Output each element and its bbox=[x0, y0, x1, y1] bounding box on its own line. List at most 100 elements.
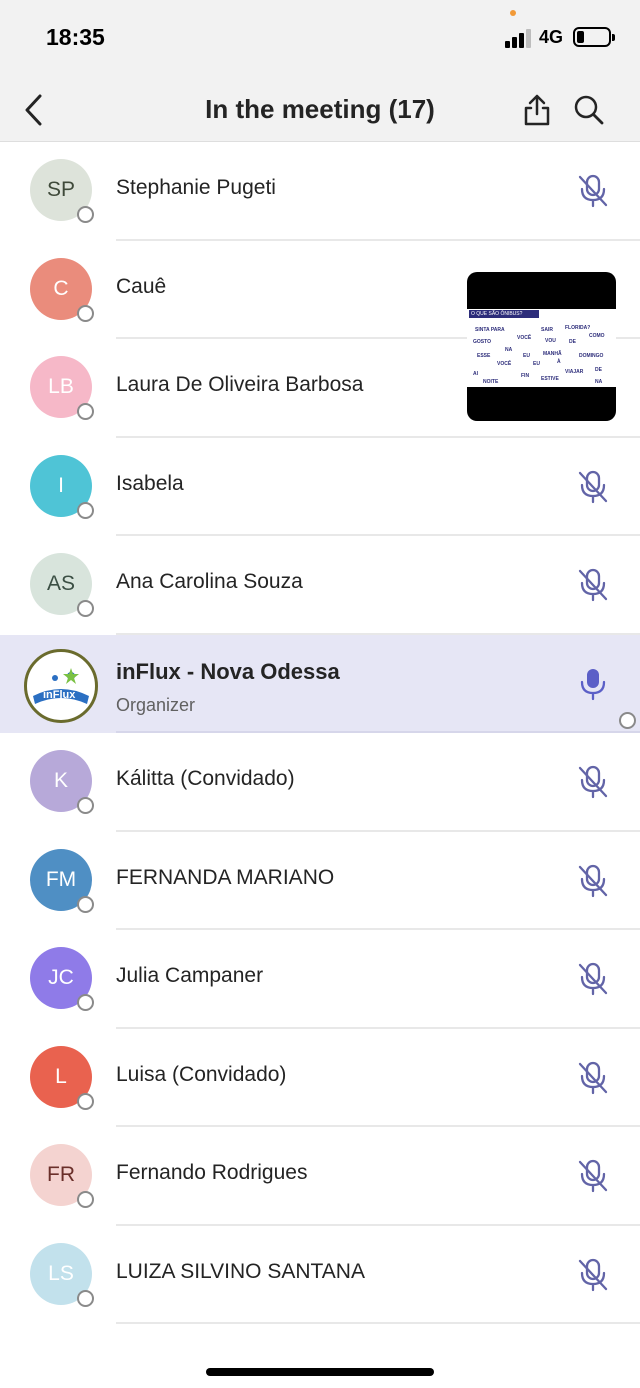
participant-name: inFlux - Nova Odessa bbox=[116, 658, 340, 684]
cellular-signal-icon bbox=[505, 28, 533, 48]
participant-name: Fernando Rodrigues bbox=[116, 1161, 308, 1184]
participant-name: LUIZA SILVINO SANTANA bbox=[116, 1259, 365, 1283]
participant-name: Kálitta (Convidado) bbox=[116, 767, 295, 790]
participant-name: FERNANDA MARIANO bbox=[116, 865, 335, 889]
mic-off-icon bbox=[574, 172, 612, 210]
mic-on-icon bbox=[574, 665, 612, 703]
participant-row[interactable]: FR Fernando Rodrigues bbox=[0, 1127, 640, 1226]
slide-word: VOCÊ bbox=[497, 361, 512, 367]
slide-word-cloud: GOSTO SINTA PARA VOCÊ SAIR VOU DE FLORIDA? COMO… bbox=[471, 321, 613, 385]
presence-indicator bbox=[77, 206, 94, 223]
header-bar: In the meeting (17) bbox=[0, 80, 640, 142]
slide-word: SAIR bbox=[541, 327, 553, 333]
presence-indicator bbox=[77, 600, 94, 617]
slide-word: EU bbox=[523, 353, 530, 359]
share-button[interactable] bbox=[517, 90, 557, 130]
avatar-initials: K bbox=[53, 769, 68, 792]
participant-name: Julia Campaner bbox=[116, 964, 264, 987]
avatar-initials: AS bbox=[46, 572, 75, 595]
presence-indicator bbox=[77, 1289, 94, 1307]
avatar-initials: I bbox=[58, 473, 64, 497]
participant-role: Organizer bbox=[116, 694, 196, 715]
slide-word: NA bbox=[505, 347, 513, 353]
share-icon bbox=[524, 94, 550, 126]
avatar: AS bbox=[30, 553, 94, 617]
participant-name: Isabela bbox=[116, 471, 184, 495]
slide-word: AI bbox=[473, 371, 478, 377]
slide-word: COMO bbox=[589, 333, 605, 339]
mic-off-icon bbox=[574, 1059, 612, 1097]
avatar: FR bbox=[30, 1144, 94, 1208]
participant-row[interactable]: LS LUIZA SILVINO SANTANA bbox=[0, 1226, 640, 1324]
participant-row[interactable]: AS Ana Carolina Souza bbox=[0, 536, 640, 635]
presence-indicator bbox=[77, 797, 94, 814]
avatar-initials: FR bbox=[47, 1163, 75, 1186]
slide-word: MANHÃ bbox=[543, 351, 562, 357]
shared-screen-thumbnail[interactable]: O QUE SÃO ÔNIBUS? GOSTO SINTA PARA VOCÊ SAI… bbox=[467, 272, 616, 421]
avatar-initials: LS bbox=[48, 1261, 74, 1285]
slide-word: GOSTO bbox=[473, 339, 491, 345]
mic-off-icon bbox=[574, 1256, 612, 1294]
participant-name: Laura De Oliveira Barbosa bbox=[116, 373, 364, 396]
presence-indicator bbox=[77, 304, 94, 322]
participant-name: Ana Carolina Souza bbox=[116, 570, 303, 593]
slide-word: EU bbox=[533, 361, 540, 367]
presence-indicator bbox=[619, 712, 636, 729]
avatar-initials: L bbox=[55, 1064, 67, 1088]
home-indicator bbox=[206, 1368, 434, 1376]
slide-word: NA bbox=[595, 379, 603, 385]
status-time: 18:35 bbox=[46, 24, 105, 50]
avatar: K bbox=[30, 750, 94, 814]
presence-indicator bbox=[77, 403, 94, 420]
slide-word: VIAJAR bbox=[565, 369, 584, 375]
avatar: C bbox=[30, 257, 94, 322]
participant-row[interactable]: L Luisa (Convidado) bbox=[0, 1029, 640, 1127]
slide-title: O QUE SÃO ÔNIBUS? bbox=[469, 310, 539, 318]
avatar: JC bbox=[30, 947, 94, 1011]
mic-off-icon bbox=[574, 468, 612, 506]
slide-word: DE bbox=[569, 339, 576, 345]
avatar-initials: LB bbox=[48, 375, 74, 398]
row-divider bbox=[116, 1322, 640, 1324]
avatar: FM bbox=[30, 848, 94, 913]
presence-indicator bbox=[77, 994, 94, 1011]
avatar: LB bbox=[30, 356, 94, 420]
network-type: 4G bbox=[539, 27, 564, 47]
avatar: LS bbox=[30, 1242, 94, 1307]
slide-word: VOU bbox=[545, 338, 556, 344]
mic-off-icon bbox=[574, 1157, 612, 1195]
participant-name: Cauê bbox=[116, 274, 167, 298]
presence-indicator bbox=[77, 1092, 94, 1110]
participant-row[interactable]: inFlux inFlux - Nova Odessa Organizer bbox=[0, 634, 640, 733]
svg-text:inFlux: inFlux bbox=[43, 689, 76, 701]
mic-off-icon bbox=[574, 763, 612, 801]
participant-row[interactable]: SP Stephanie Pugeti bbox=[0, 142, 640, 241]
presence-indicator bbox=[77, 895, 94, 913]
participant-name: Luisa (Convidado) bbox=[116, 1062, 287, 1086]
slide-word: DE bbox=[595, 367, 602, 373]
status-bar: 18:35 4G bbox=[0, 0, 640, 80]
participant-row[interactable]: JC Julia Campaner bbox=[0, 930, 640, 1029]
presence-indicator bbox=[77, 501, 94, 519]
participant-row[interactable]: FM FERNANDA MARIANO bbox=[0, 832, 640, 930]
slide-word: NOITE bbox=[483, 379, 499, 385]
slide-word: ESSE bbox=[477, 353, 491, 359]
slide-word: FLORIDA? bbox=[565, 325, 591, 331]
search-button[interactable] bbox=[569, 90, 609, 130]
search-icon bbox=[574, 95, 604, 125]
avatar-initials: SP bbox=[46, 178, 75, 201]
mic-off-icon bbox=[574, 960, 612, 998]
mic-off-icon bbox=[574, 566, 612, 604]
privacy-indicator-dot bbox=[510, 10, 516, 16]
slide-word: À bbox=[557, 359, 561, 365]
participant-name: Stephanie Pugeti bbox=[116, 176, 276, 199]
avatar-initials: JC bbox=[48, 966, 74, 989]
avatar: SP bbox=[30, 159, 94, 223]
avatar: I bbox=[30, 454, 94, 519]
participant-row[interactable]: K Kálitta (Convidado) bbox=[0, 733, 640, 832]
presentation-slide: O QUE SÃO ÔNIBUS? GOSTO SINTA PARA VOCÊ SAI… bbox=[467, 309, 616, 387]
presence-indicator bbox=[77, 1191, 94, 1208]
participant-row[interactable]: I Isabela bbox=[0, 438, 640, 536]
organizer-logo-avatar: inFlux bbox=[24, 648, 98, 723]
slide-word: FIN bbox=[521, 373, 530, 379]
